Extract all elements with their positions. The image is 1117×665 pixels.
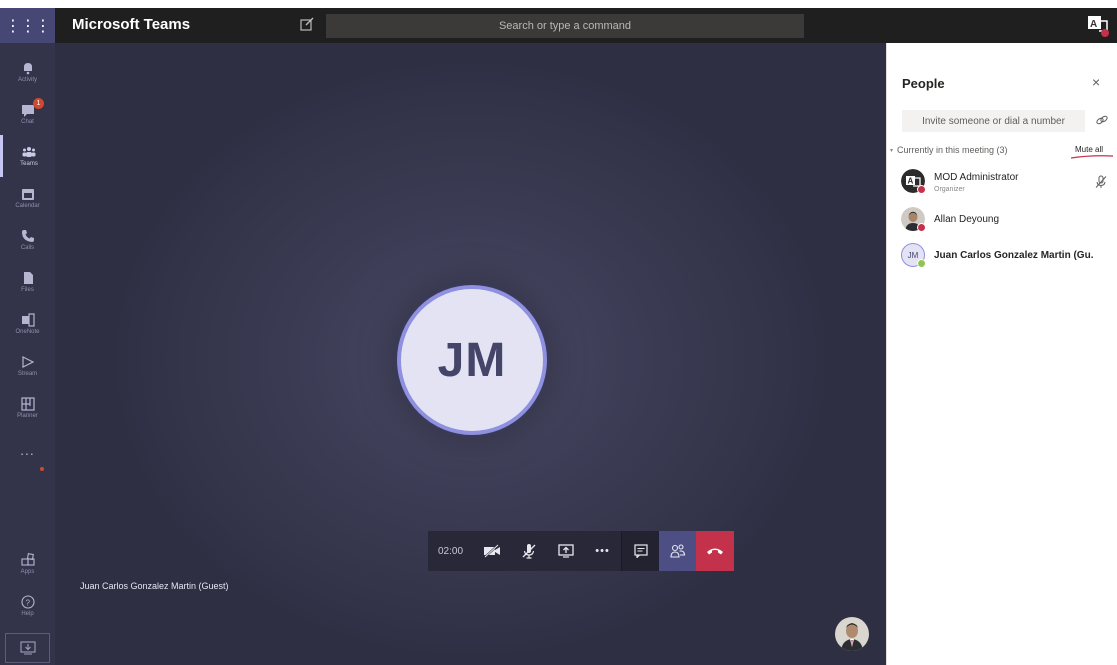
people-icon <box>669 544 685 558</box>
search-input[interactable]: Search or type a command <box>326 14 804 38</box>
svg-text:A: A <box>908 177 914 186</box>
stream-icon <box>21 356 34 368</box>
rail-item-planner[interactable]: Planner <box>0 387 55 429</box>
call-controls-main: 02:00 ••• <box>428 531 622 571</box>
camera-toggle-button[interactable] <box>473 531 510 571</box>
planner-icon <box>20 397 35 411</box>
more-actions-button[interactable]: ••• <box>584 531 621 571</box>
call-timer: 02:00 <box>438 545 464 557</box>
app-launcher-icon[interactable]: ⋮⋮⋮ <box>0 8 55 43</box>
close-icon[interactable]: × <box>1092 74 1100 90</box>
participant-row[interactable]: A MOD Administrator Organizer <box>901 169 1116 203</box>
left-rail: Activity Chat 1 Teams Calendar Calls Fil… <box>0 43 55 665</box>
avatar-initials: JM <box>437 333 507 387</box>
rail-item-chat[interactable]: Chat 1 <box>0 93 55 135</box>
call-controls: 02:00 ••• <box>428 531 735 571</box>
share-screen-icon <box>557 544 574 558</box>
show-participants-button[interactable] <box>659 531 697 571</box>
section-title: Currently in this meeting (3) <box>897 145 1008 155</box>
presence-busy-icon <box>917 185 926 194</box>
rail-item-stream[interactable]: Stream <box>0 345 55 387</box>
bell-icon <box>23 63 32 75</box>
app-title: Microsoft Teams <box>72 16 191 33</box>
more-icon: ... <box>20 442 35 458</box>
link-icon[interactable] <box>1095 113 1109 127</box>
help-icon: ? <box>20 595 35 609</box>
participant-name: MOD Administrator <box>934 172 1019 183</box>
participants-section-header[interactable]: ▾ Currently in this meeting (3) <box>890 145 1008 155</box>
presence-available-icon <box>917 259 926 268</box>
phone-icon <box>21 230 34 242</box>
apps-icon <box>20 553 35 566</box>
profile-avatar-icon[interactable]: A <box>1087 15 1109 37</box>
hang-up-icon <box>707 548 724 555</box>
participant-name: Allan Deyoung <box>934 214 1000 225</box>
teams-icon <box>22 147 36 157</box>
presence-busy-icon <box>917 223 926 232</box>
file-icon <box>23 272 33 284</box>
people-panel: People × Invite someone or dial a number… <box>886 43 1117 665</box>
show-chat-button[interactable] <box>622 531 660 571</box>
rail-item-help[interactable]: ? Help <box>0 585 55 627</box>
participant-row[interactable]: Allan Deyoung <box>901 207 1116 241</box>
mute-all-link[interactable]: Mute all <box>1075 145 1103 154</box>
compose-icon[interactable] <box>297 14 317 34</box>
hang-up-button[interactable] <box>696 531 735 571</box>
onenote-icon <box>21 313 35 327</box>
rail-item-files[interactable]: Files <box>0 261 55 303</box>
invite-input[interactable]: Invite someone or dial a number <box>902 110 1085 132</box>
mic-off-icon[interactable] <box>1094 175 1108 189</box>
rail-item-activity[interactable]: Activity <box>0 51 55 93</box>
rail-item-onenote[interactable]: OneNote <box>0 303 55 345</box>
self-avatar-photo <box>835 617 869 651</box>
svg-text:?: ? <box>25 599 30 608</box>
participant-name-label: Juan Carlos Gonzalez Martin (Guest) <box>80 581 229 591</box>
meeting-stage: JM Juan Carlos Gonzalez Martin (Guest) 0… <box>55 43 886 665</box>
rail-item-teams[interactable]: Teams <box>0 135 55 177</box>
participant-role: Organizer <box>934 186 965 193</box>
avatar-initials: JM <box>907 250 919 260</box>
download-icon <box>19 641 36 655</box>
chat-badge: 1 <box>33 98 44 109</box>
rail-item-apps[interactable]: Apps <box>0 543 55 585</box>
notification-dot <box>40 467 44 471</box>
mic-off-icon <box>522 544 535 559</box>
download-app-button[interactable] <box>5 633 50 663</box>
svg-text:A: A <box>1090 19 1097 30</box>
participant-name: Juan Carlos Gonzalez Martin (Gu. <box>934 250 1094 261</box>
more-icon: ••• <box>595 545 610 557</box>
red-underline-annotation <box>1070 155 1114 159</box>
mic-toggle-button[interactable] <box>510 531 547 571</box>
calendar-icon <box>21 189 34 200</box>
self-video-thumbnail[interactable] <box>835 617 869 651</box>
chat-icon <box>633 544 648 558</box>
collapse-chevron-icon: ▾ <box>890 147 894 154</box>
share-screen-button[interactable] <box>547 531 584 571</box>
top-bar: ⋮⋮⋮ Microsoft Teams Search or type a com… <box>0 8 1117 43</box>
panel-title: People <box>902 76 945 91</box>
participant-row[interactable]: JM Juan Carlos Gonzalez Martin (Gu. <box>901 243 1116 277</box>
participant-avatar: JM <box>397 285 547 435</box>
rail-item-calendar[interactable]: Calendar <box>0 177 55 219</box>
camera-off-icon <box>483 544 500 558</box>
rail-item-calls[interactable]: Calls <box>0 219 55 261</box>
more-apps-button[interactable]: ... <box>0 429 55 471</box>
